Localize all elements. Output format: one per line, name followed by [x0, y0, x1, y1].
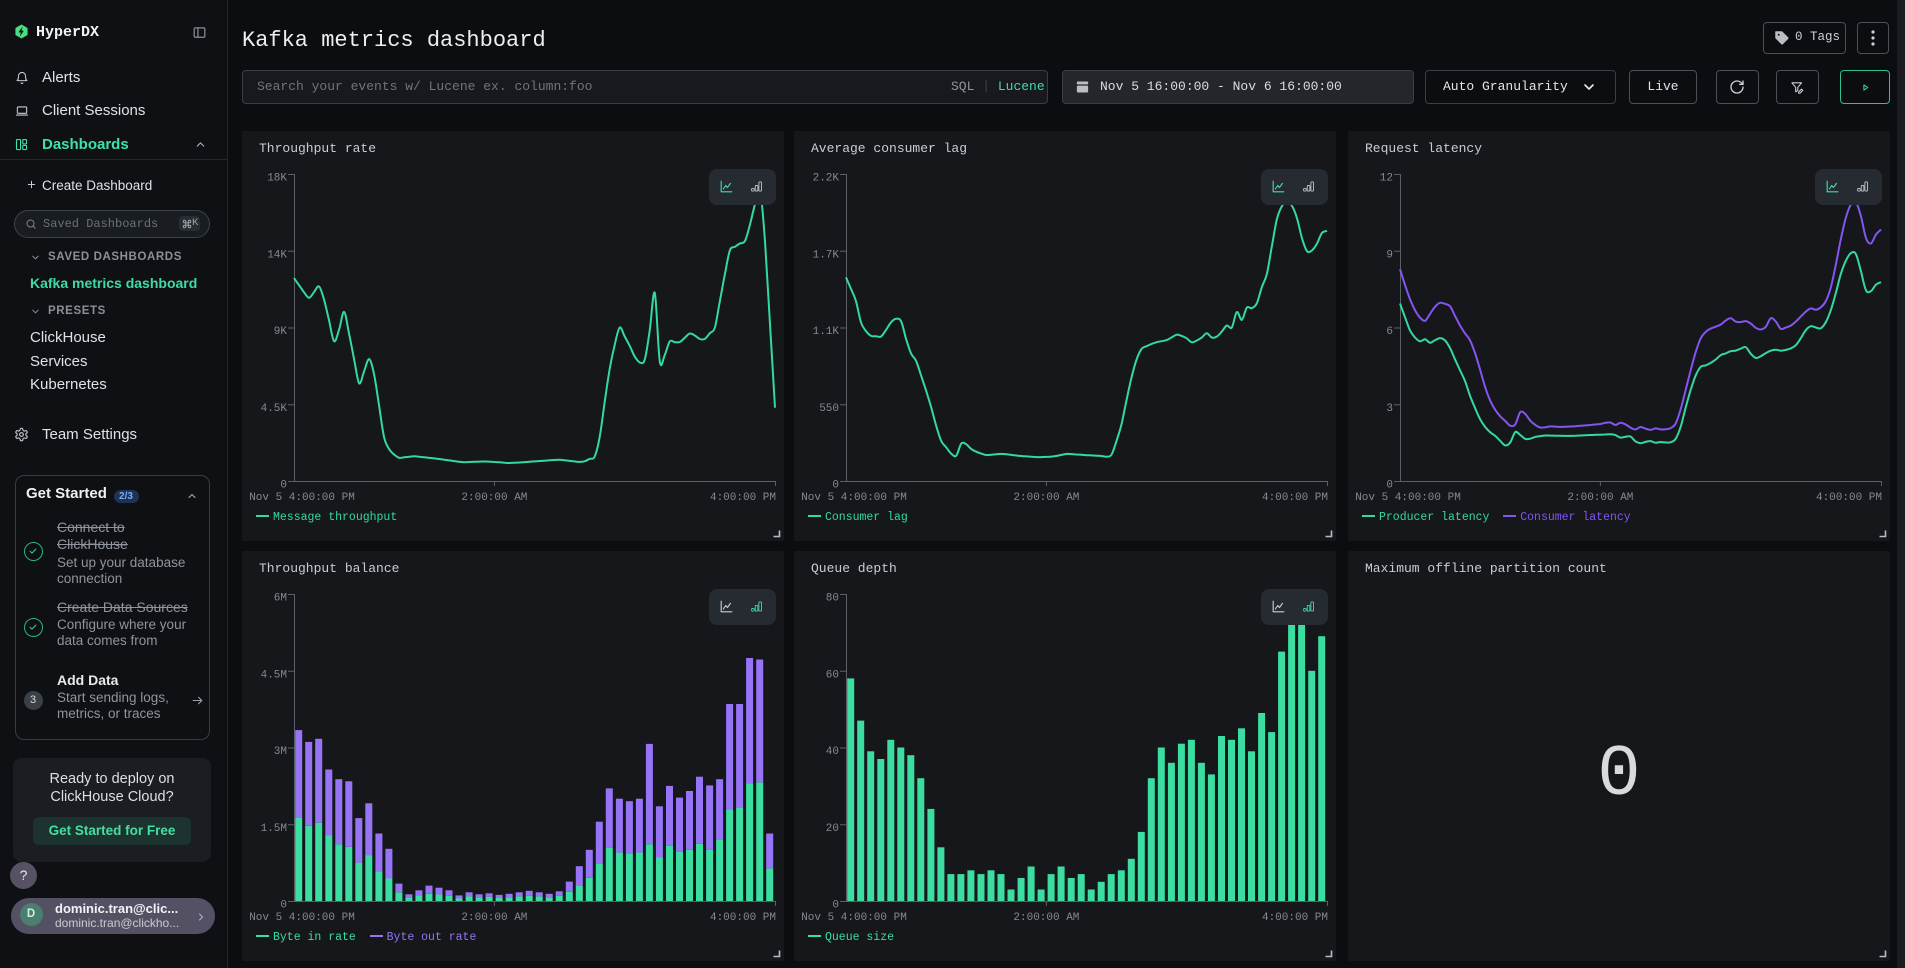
svg-text:2:00:00 AM: 2:00:00 AM	[461, 492, 527, 504]
svg-text:Nov 5 4:00:00 PM: Nov 5 4:00:00 PM	[801, 492, 907, 504]
svg-text:9K: 9K	[274, 326, 288, 338]
svg-text:14K: 14K	[267, 249, 287, 261]
svg-text:Nov 5 4:00:00 PM: Nov 5 4:00:00 PM	[801, 912, 907, 924]
svg-text:Nov 5 4:00:00 PM: Nov 5 4:00:00 PM	[249, 912, 355, 924]
svg-text:4:00:00 PM: 4:00:00 PM	[1262, 912, 1328, 924]
svg-text:3M: 3M	[274, 746, 287, 758]
svg-text:Nov 5 4:00:00 PM: Nov 5 4:00:00 PM	[249, 492, 355, 504]
svg-text:1.5M: 1.5M	[261, 823, 287, 835]
svg-text:20: 20	[826, 823, 839, 835]
svg-text:2:00:00 AM: 2:00:00 AM	[1567, 492, 1633, 504]
svg-text:4.5M: 4.5M	[261, 669, 287, 681]
svg-text:0: 0	[1386, 480, 1393, 492]
svg-text:4:00:00 PM: 4:00:00 PM	[710, 492, 776, 504]
svg-text:2:00:00 AM: 2:00:00 AM	[1013, 912, 1079, 924]
svg-text:0: 0	[832, 480, 839, 492]
svg-text:4.5K: 4.5K	[261, 403, 288, 415]
svg-text:6M: 6M	[274, 593, 287, 605]
svg-text:18K: 18K	[267, 173, 287, 185]
svg-text:1.7K: 1.7K	[813, 249, 840, 261]
svg-text:60: 60	[826, 669, 839, 681]
svg-text:80: 80	[826, 593, 839, 605]
svg-text:Nov 5 4:00:00 PM: Nov 5 4:00:00 PM	[1355, 492, 1461, 504]
svg-text:550: 550	[819, 403, 839, 415]
svg-text:6: 6	[1386, 326, 1393, 338]
svg-text:4:00:00 PM: 4:00:00 PM	[1262, 492, 1328, 504]
svg-text:0: 0	[832, 900, 839, 912]
svg-text:12: 12	[1380, 173, 1393, 185]
svg-text:2:00:00 AM: 2:00:00 AM	[461, 912, 527, 924]
svg-text:3: 3	[1386, 403, 1393, 415]
svg-text:40: 40	[826, 746, 839, 758]
svg-text:4:00:00 PM: 4:00:00 PM	[1816, 492, 1882, 504]
svg-text:4:00:00 PM: 4:00:00 PM	[710, 912, 776, 924]
svg-text:0: 0	[280, 480, 287, 492]
svg-text:0: 0	[280, 900, 287, 912]
svg-text:2:00:00 AM: 2:00:00 AM	[1013, 492, 1079, 504]
svg-text:2.2K: 2.2K	[813, 173, 840, 185]
svg-text:9: 9	[1386, 249, 1393, 261]
svg-text:1.1K: 1.1K	[813, 326, 840, 338]
